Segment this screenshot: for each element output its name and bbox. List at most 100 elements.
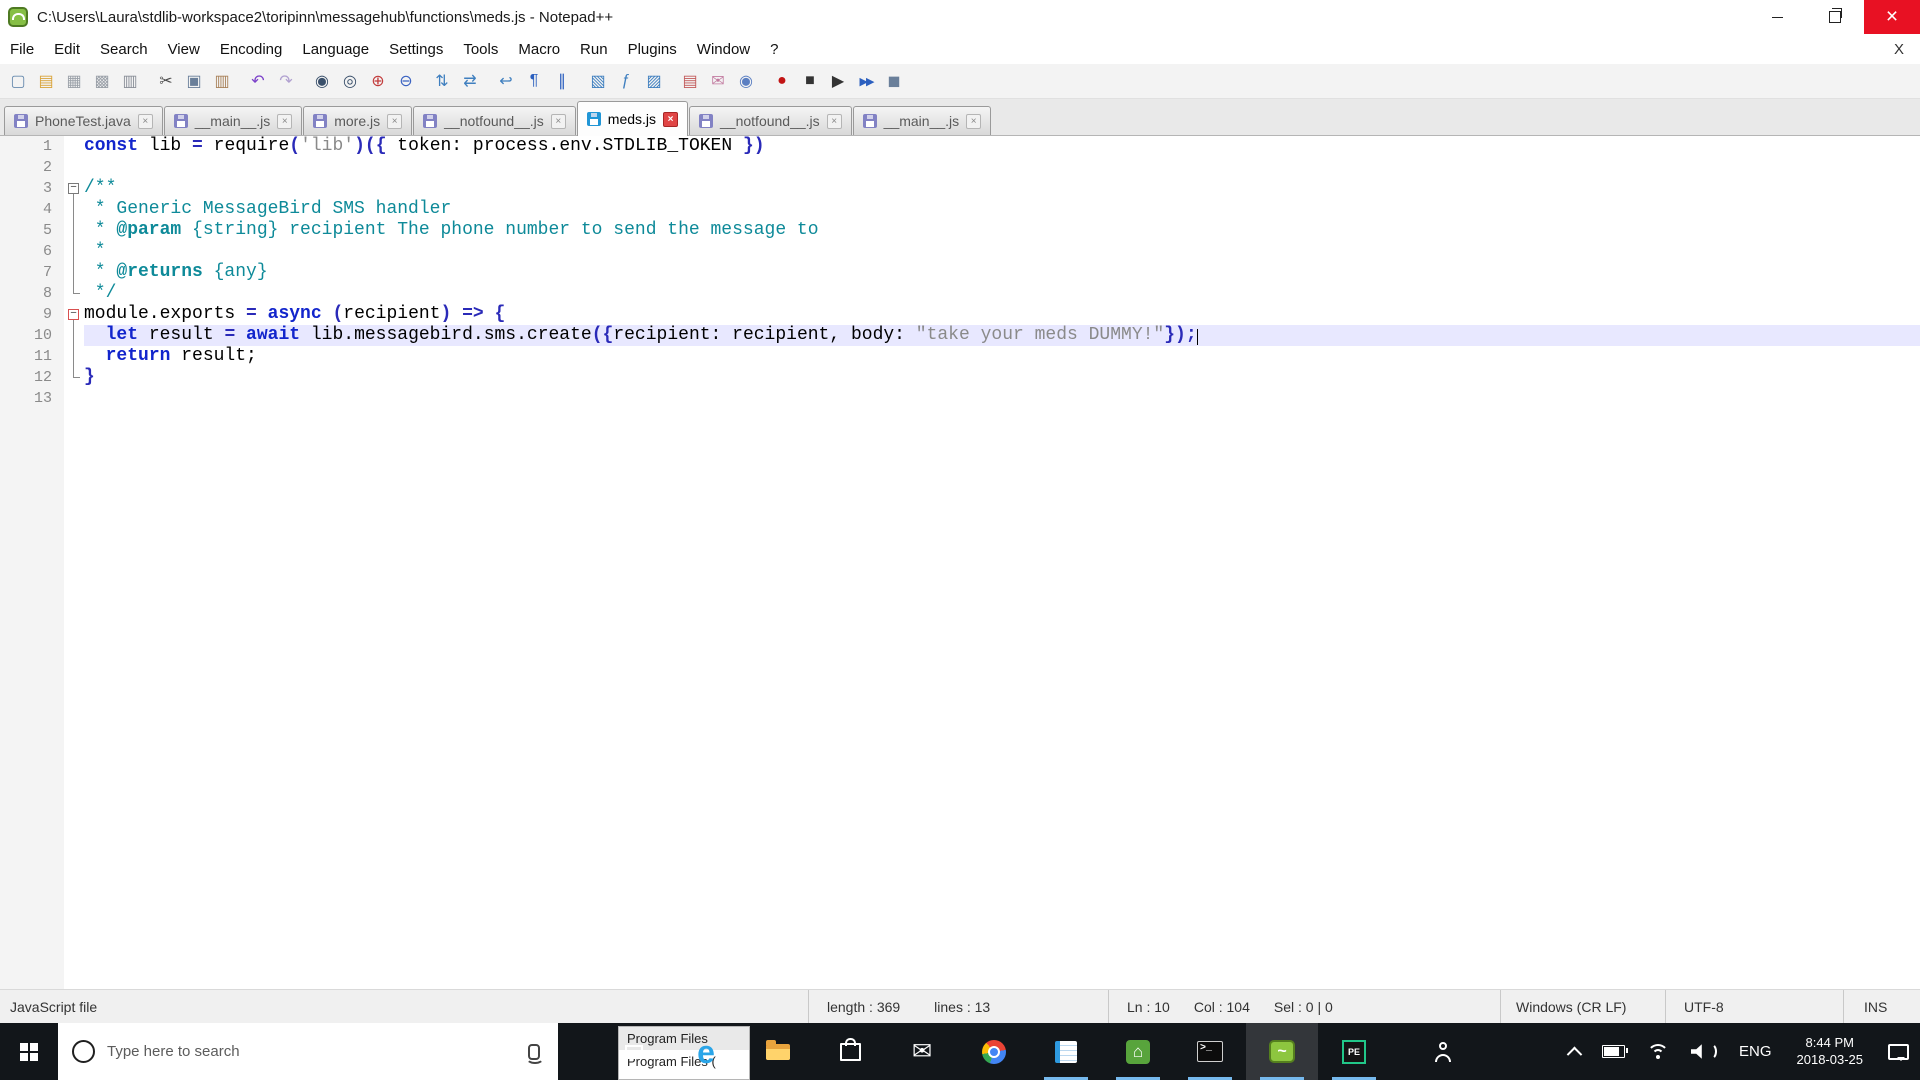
fold-minus[interactable]: − <box>64 178 84 199</box>
language-indicator[interactable]: ENG <box>1728 1023 1783 1080</box>
zoom-in-icon[interactable]: ⊕ <box>365 68 391 94</box>
fold-collapse-icon[interactable]: − <box>68 309 79 320</box>
tray-expand-button[interactable] <box>1558 1023 1591 1080</box>
menu-tools[interactable]: Tools <box>453 34 508 64</box>
network-button[interactable] <box>1636 1023 1680 1080</box>
close-button[interactable]: × <box>1864 0 1920 34</box>
folder-workspace-icon[interactable]: ▨ <box>641 68 667 94</box>
code-line-11[interactable]: 11 return result; <box>0 346 1920 367</box>
close-tab-icon[interactable]: × <box>277 114 292 129</box>
paste-icon[interactable]: ▥ <box>209 68 235 94</box>
find-icon[interactable]: ◉ <box>309 68 335 94</box>
mime-tools-icon[interactable]: ✉ <box>705 68 731 94</box>
edge-icon[interactable]: e <box>670 1023 742 1080</box>
home-app-icon[interactable]: ⌂ <box>1102 1023 1174 1080</box>
play-macro-icon[interactable]: ▶ <box>825 68 851 94</box>
chrome-icon[interactable] <box>958 1023 1030 1080</box>
close-tab-icon[interactable]: × <box>663 112 678 127</box>
status-pane-insert[interactable]: INS <box>1843 990 1920 1023</box>
cut-icon[interactable]: ✂ <box>153 68 179 94</box>
menu-settings[interactable]: Settings <box>379 34 453 64</box>
volume-button[interactable] <box>1680 1023 1728 1080</box>
copy-icon[interactable]: ▣ <box>181 68 207 94</box>
code-line-5[interactable]: 5 * @param {string} recipient The phone … <box>0 220 1920 241</box>
run-macro-multiple-icon[interactable]: ▶▶ <box>853 68 879 94</box>
tab-main-js[interactable]: __main__.js× <box>853 106 992 135</box>
tab-phonetest-java[interactable]: PhoneTest.java× <box>4 106 163 135</box>
code-line-9[interactable]: 9−module.exports = async (recipient) => … <box>0 304 1920 325</box>
document-map-icon[interactable]: ▧ <box>585 68 611 94</box>
code-line-8[interactable]: 8 */ <box>0 283 1920 304</box>
stop-macro-icon[interactable]: ■ <box>797 68 823 94</box>
tab-notfound-js[interactable]: __notfound__.js× <box>413 106 576 135</box>
start-button[interactable] <box>0 1023 58 1080</box>
sync-horizontal-icon[interactable]: ⇄ <box>457 68 483 94</box>
task-view-button[interactable] <box>598 1023 670 1080</box>
minimize-button[interactable] <box>1748 0 1806 34</box>
menu-macro[interactable]: Macro <box>508 34 570 64</box>
menu-run[interactable]: Run <box>570 34 618 64</box>
menu-window[interactable]: Window <box>687 34 760 64</box>
print-icon[interactable]: ▥ <box>117 68 143 94</box>
clock[interactable]: 8:44 PM 2018-03-25 <box>1783 1023 1878 1080</box>
monitoring-icon[interactable]: ▤ <box>677 68 703 94</box>
close-tab-icon[interactable]: × <box>551 114 566 129</box>
code-line-3[interactable]: 3−/** <box>0 178 1920 199</box>
indent-guide-icon[interactable]: ∥ <box>549 68 575 94</box>
word-wrap-icon[interactable]: ↩ <box>493 68 519 94</box>
editor[interactable]: 1const lib = require('lib')({ token: pro… <box>0 136 1920 989</box>
notepad-plus-plus-icon[interactable]: ~ <box>1246 1023 1318 1080</box>
code-line-1[interactable]: 1const lib = require('lib')({ token: pro… <box>0 136 1920 157</box>
tab-notfound-js[interactable]: __notfound__.js× <box>689 106 852 135</box>
code-line-2[interactable]: 2 <box>0 157 1920 178</box>
tab-main-js[interactable]: __main__.js× <box>164 106 303 135</box>
code-line-4[interactable]: 4 * Generic MessageBird SMS handler <box>0 199 1920 220</box>
command-prompt-icon[interactable] <box>1174 1023 1246 1080</box>
restore-button[interactable] <box>1806 0 1864 34</box>
mail-icon[interactable]: ✉ <box>886 1023 958 1080</box>
zoom-out-icon[interactable]: ⊖ <box>393 68 419 94</box>
save-icon[interactable]: ▦ <box>61 68 87 94</box>
show-all-chars-icon[interactable]: ¶ <box>521 68 547 94</box>
file-explorer-icon[interactable] <box>742 1023 814 1080</box>
save-all-icon[interactable]: ▩ <box>89 68 115 94</box>
new-file-icon[interactable]: ▢ <box>5 68 31 94</box>
fold-minus-red[interactable]: − <box>64 304 84 325</box>
notepad-app-icon[interactable] <box>1030 1023 1102 1080</box>
menu-edit[interactable]: Edit <box>44 34 90 64</box>
menu-close-x[interactable]: X <box>1878 41 1920 58</box>
menu-language[interactable]: Language <box>292 34 379 64</box>
menu-encoding[interactable]: Encoding <box>210 34 293 64</box>
redo-icon[interactable]: ↷ <box>273 68 299 94</box>
undo-icon[interactable]: ↶ <box>245 68 271 94</box>
code-line-13[interactable]: 13 <box>0 388 1920 409</box>
menu-plugins[interactable]: Plugins <box>618 34 687 64</box>
taskbar-search-input[interactable]: Type here to search <box>58 1023 558 1080</box>
people-icon[interactable] <box>1408 1023 1480 1080</box>
menu-search[interactable]: Search <box>90 34 158 64</box>
save-macro-icon[interactable]: ◼ <box>881 68 907 94</box>
function-list-icon[interactable]: ƒ <box>613 68 639 94</box>
fold-collapse-icon[interactable]: − <box>68 183 79 194</box>
menu-help[interactable]: ? <box>760 34 788 64</box>
battery-button[interactable] <box>1591 1023 1636 1080</box>
close-tab-icon[interactable]: × <box>138 114 153 129</box>
status-pane-eol[interactable]: Windows (CR LF) <box>1500 990 1665 1023</box>
code-line-10[interactable]: 10 let result = await lib.messagebird.sm… <box>0 325 1920 346</box>
code-line-7[interactable]: 7 * @returns {any} <box>0 262 1920 283</box>
preview-eye-icon[interactable]: ◉ <box>733 68 759 94</box>
tab-meds-js[interactable]: meds.js× <box>577 101 688 136</box>
tab-more-js[interactable]: more.js× <box>303 106 412 135</box>
code-line-12[interactable]: 12} <box>0 367 1920 388</box>
status-pane-encoding[interactable]: UTF-8 <box>1665 990 1843 1023</box>
microphone-icon[interactable] <box>528 1044 540 1060</box>
close-tab-icon[interactable]: × <box>387 114 402 129</box>
menu-view[interactable]: View <box>158 34 210 64</box>
code-line-6[interactable]: 6 * <box>0 241 1920 262</box>
pycharm-edu-icon[interactable]: PE <box>1318 1023 1390 1080</box>
sync-vertical-icon[interactable]: ⇅ <box>429 68 455 94</box>
record-macro-icon[interactable]: ● <box>769 68 795 94</box>
close-tab-icon[interactable]: × <box>827 114 842 129</box>
menu-file[interactable]: File <box>0 34 44 64</box>
open-folder-icon[interactable]: ▤ <box>33 68 59 94</box>
